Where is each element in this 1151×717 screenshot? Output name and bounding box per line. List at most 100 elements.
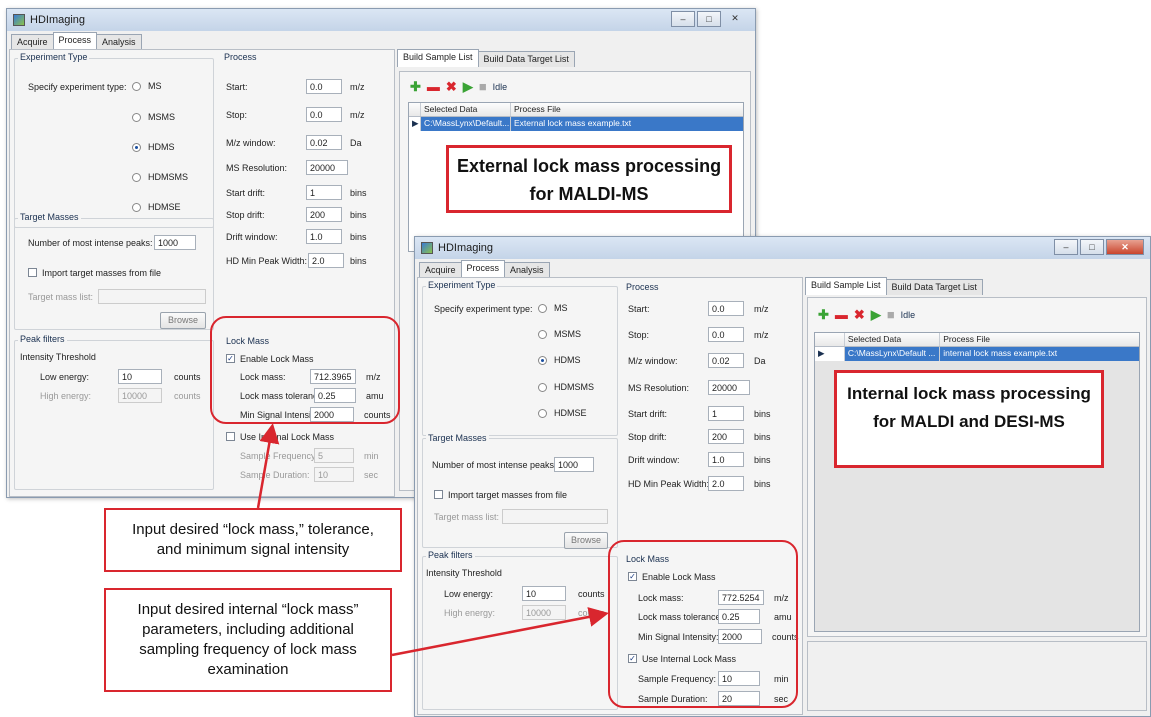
row-process-file[interactable]: External lock mass example.txt xyxy=(511,117,743,131)
maximize-button[interactable]: □ xyxy=(1080,239,1104,255)
stop-input[interactable]: 0.0 xyxy=(306,107,342,122)
remove-icon[interactable]: ▬ xyxy=(835,308,848,321)
radio-ms[interactable] xyxy=(132,82,141,91)
radio-hdmsms[interactable] xyxy=(538,383,547,392)
delete-icon[interactable]: ✖ xyxy=(854,308,865,321)
col-process-file[interactable]: Process File xyxy=(940,333,1139,346)
radio-hdmse[interactable] xyxy=(538,409,547,418)
peak-filters-group xyxy=(422,556,618,710)
table-row[interactable]: ▶ C:\MassLynx\Default... External lock m… xyxy=(409,117,743,131)
browse-button[interactable]: Browse xyxy=(564,532,608,549)
browse-button[interactable]: Browse xyxy=(160,312,206,329)
radio-hdmsms-label: HDMSMS xyxy=(554,382,594,392)
num-peaks-input[interactable]: 1000 xyxy=(554,457,594,472)
start-label: Start: xyxy=(628,304,650,314)
add-icon[interactable]: ✚ xyxy=(410,80,421,93)
startdrift-input[interactable]: 1 xyxy=(306,185,342,200)
process-title: Process xyxy=(624,282,661,292)
close-button[interactable]: ✕ xyxy=(723,11,747,27)
right-tabs: Build Sample List Build Data Target List xyxy=(805,277,983,298)
play-icon[interactable]: ▶ xyxy=(463,80,473,93)
radio-hdms[interactable] xyxy=(538,356,547,365)
low-energy-input[interactable]: 10 xyxy=(522,586,566,601)
tab-build-sample-list[interactable]: Build Sample List xyxy=(805,277,887,295)
num-peaks-input[interactable]: 1000 xyxy=(154,235,196,250)
sample-duration-input[interactable]: 10 xyxy=(314,467,354,482)
col-process-file[interactable]: Process File xyxy=(511,103,743,116)
tab-acquire[interactable]: Acquire xyxy=(419,262,462,278)
maximize-button[interactable]: □ xyxy=(697,11,721,27)
use-internal-checkbox[interactable] xyxy=(226,432,235,441)
driftwin-input[interactable]: 1.0 xyxy=(708,452,744,467)
window-title: HDImaging xyxy=(438,242,494,254)
high-energy-input[interactable]: 10000 xyxy=(118,388,162,403)
row-process-file[interactable]: internal lock mass example.txt xyxy=(940,347,1139,361)
peakwidth-input[interactable]: 2.0 xyxy=(308,253,344,268)
stopdrift-input[interactable]: 200 xyxy=(306,207,342,222)
startdrift-input[interactable]: 1 xyxy=(708,406,744,421)
row-selected-data[interactable]: C:\MassLynx\Default ... xyxy=(845,347,941,361)
target-list-input[interactable] xyxy=(502,509,608,524)
target-list-label: Target mass list: xyxy=(434,512,500,522)
minimize-button[interactable]: – xyxy=(1054,239,1078,255)
radio-hdms-label: HDMS xyxy=(554,355,581,365)
tab-process[interactable]: Process xyxy=(52,32,98,50)
import-label: Import target masses from file xyxy=(448,490,568,500)
add-icon[interactable]: ✚ xyxy=(818,308,829,321)
start-input[interactable]: 0.0 xyxy=(306,79,342,94)
play-icon[interactable]: ▶ xyxy=(871,308,881,321)
mzwin-unit: Da xyxy=(350,138,362,148)
low-energy-unit: counts xyxy=(578,589,605,599)
peakwidth-input[interactable]: 2.0 xyxy=(708,476,744,491)
experiment-type-title: Experiment Type xyxy=(18,52,90,62)
radio-ms[interactable] xyxy=(538,304,547,313)
res-input[interactable]: 20000 xyxy=(306,160,348,175)
stop-icon[interactable]: ■ xyxy=(887,308,895,321)
import-checkbox[interactable] xyxy=(434,490,443,499)
sample-grid-header: Selected Data Process File xyxy=(409,103,743,117)
mzwin-input[interactable]: 0.02 xyxy=(708,353,744,368)
mzwin-input[interactable]: 0.02 xyxy=(306,135,342,150)
radio-msms[interactable] xyxy=(132,113,141,122)
peakwidth-label: HD Min Peak Width: xyxy=(226,256,308,266)
stop-input[interactable]: 0.0 xyxy=(708,327,744,342)
radio-hdmsms[interactable] xyxy=(132,173,141,182)
stop-icon[interactable]: ■ xyxy=(479,80,487,93)
stopdrift-input[interactable]: 200 xyxy=(708,429,744,444)
remove-icon[interactable]: ▬ xyxy=(427,80,440,93)
tab-build-data-target-list[interactable]: Build Data Target List xyxy=(885,279,983,295)
tab-build-sample-list[interactable]: Build Sample List xyxy=(397,49,479,67)
lockmass-highlight-1 xyxy=(210,316,400,424)
high-energy-input[interactable]: 10000 xyxy=(522,605,566,620)
callout-internal: Internal lock mass processing for MALDI … xyxy=(834,370,1104,468)
tab-process[interactable]: Process xyxy=(460,260,506,278)
radio-hdms[interactable] xyxy=(132,143,141,152)
callout-external: External lock mass processing for MALDI-… xyxy=(446,145,732,213)
res-input[interactable]: 20000 xyxy=(708,380,750,395)
tab-analysis[interactable]: Analysis xyxy=(504,262,550,278)
sample-frequency-input[interactable]: 5 xyxy=(314,448,354,463)
status-idle: Idle xyxy=(492,81,508,92)
minimize-button[interactable]: – xyxy=(671,11,695,27)
import-checkbox[interactable] xyxy=(28,268,37,277)
tab-build-data-target-list[interactable]: Build Data Target List xyxy=(477,51,575,67)
stopdrift-unit: bins xyxy=(754,432,771,442)
close-button[interactable]: ✕ xyxy=(1106,239,1144,255)
start-input[interactable]: 0.0 xyxy=(708,301,744,316)
res-label: MS Resolution: xyxy=(628,383,690,393)
high-energy-label: High energy: xyxy=(444,608,496,618)
row-selected-data[interactable]: C:\MassLynx\Default... xyxy=(421,117,511,131)
table-row[interactable]: ▶ C:\MassLynx\Default ... internal lock … xyxy=(815,347,1139,361)
radio-msms-label: MSMS xyxy=(148,112,175,122)
delete-icon[interactable]: ✖ xyxy=(446,80,457,93)
low-energy-input[interactable]: 10 xyxy=(118,369,162,384)
radio-msms[interactable] xyxy=(538,330,547,339)
radio-hdmse[interactable] xyxy=(132,203,141,212)
target-list-input[interactable] xyxy=(98,289,206,304)
col-selected-data[interactable]: Selected Data xyxy=(421,103,511,116)
low-energy-label: Low energy: xyxy=(40,372,90,382)
driftwin-input[interactable]: 1.0 xyxy=(306,229,342,244)
tab-analysis[interactable]: Analysis xyxy=(96,34,142,50)
col-selected-data[interactable]: Selected Data xyxy=(845,333,941,346)
tab-acquire[interactable]: Acquire xyxy=(11,34,54,50)
